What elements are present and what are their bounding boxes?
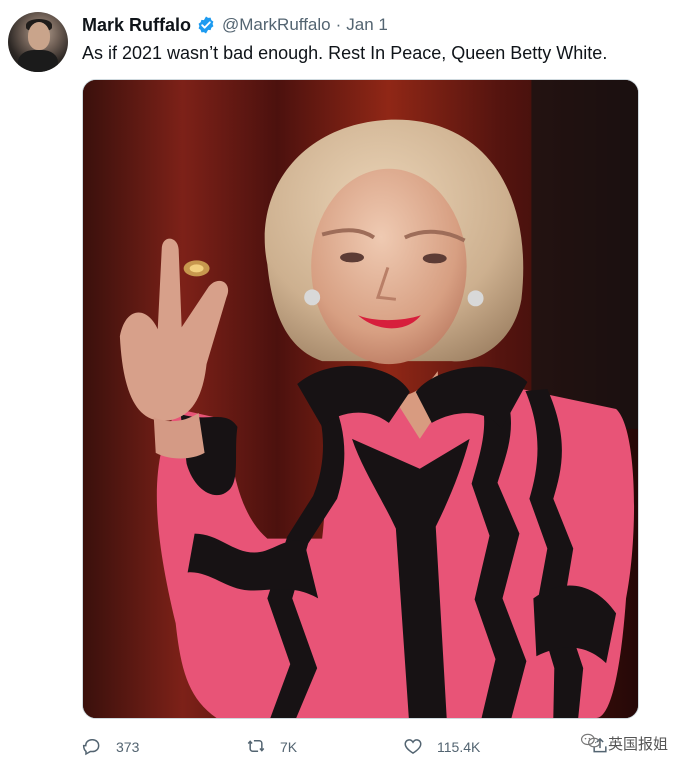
- reply-button[interactable]: 373: [82, 733, 139, 761]
- avatar-shoulders: [18, 50, 58, 72]
- author-handle[interactable]: @MarkRuffalo: [222, 14, 331, 36]
- tweet-text: As if 2021 wasn’t bad enough. Rest In Pe…: [82, 43, 608, 63]
- tweet-photo[interactable]: [82, 79, 639, 719]
- tweet-card: Mark Ruffalo @MarkRuffalo · Jan 1 As if …: [0, 0, 686, 771]
- avatar-face: [28, 22, 50, 50]
- profile-avatar[interactable]: [8, 12, 68, 72]
- like-count: 115.4K: [437, 739, 481, 755]
- tweet-header: Mark Ruffalo @MarkRuffalo · Jan 1: [82, 14, 388, 36]
- watermark: 英国报姐: [580, 732, 668, 754]
- watermark-text: 英国报姐: [607, 735, 668, 753]
- tweet-actions: 373 7K 115.4K: [82, 733, 622, 761]
- reply-count: 373: [116, 739, 140, 755]
- meta-separator: ·: [335, 15, 342, 34]
- betty-white-photo: [83, 80, 638, 718]
- reply-icon: [82, 736, 102, 759]
- heart-icon: [403, 736, 423, 759]
- verified-badge-icon: [196, 15, 216, 35]
- retweet-button[interactable]: 7K: [246, 733, 297, 761]
- retweet-count: 7K: [280, 739, 298, 755]
- author-name[interactable]: Mark Ruffalo: [82, 14, 191, 36]
- wechat-icon: [580, 732, 602, 754]
- like-button[interactable]: 115.4K: [403, 733, 480, 761]
- retweet-icon: [246, 736, 266, 759]
- tweet-date[interactable]: Jan 1: [346, 14, 388, 36]
